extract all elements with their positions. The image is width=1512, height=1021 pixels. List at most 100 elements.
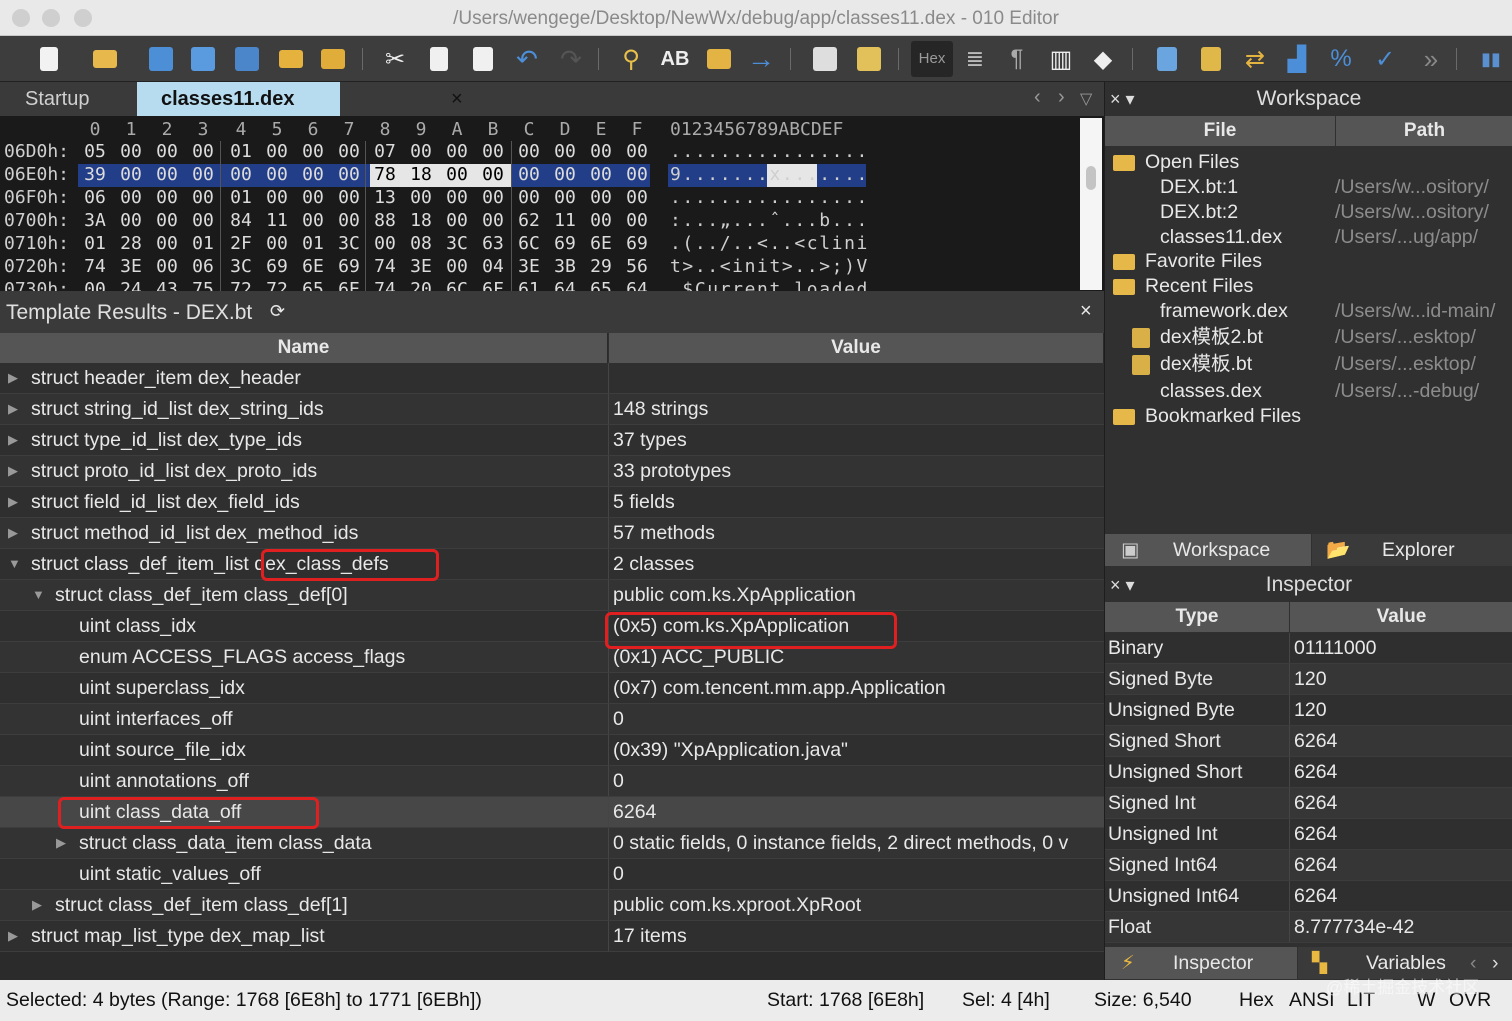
tab-workspace[interactable]: ▣ Workspace: [1105, 534, 1311, 566]
convert-icon[interactable]: ⇄: [1238, 42, 1272, 76]
hex-byte[interactable]: 11: [550, 210, 580, 231]
hex-byte[interactable]: 6C: [442, 279, 472, 291]
hex-row[interactable]: 0720h: 74 3E 00 06 3C 69 6E 69 74 3E 00 04 3E 3B 29 56 t>…: [0, 256, 1080, 279]
inspector-row[interactable]: Signed Int 6264: [1105, 788, 1512, 819]
hex-byte[interactable]: 00: [188, 164, 218, 185]
hex-byte[interactable]: 3C: [442, 233, 472, 254]
file-column-header[interactable]: File: [1105, 116, 1335, 146]
inspector-row[interactable]: Unsigned Int64 6264: [1105, 881, 1512, 912]
hex-byte[interactable]: 06: [80, 187, 110, 208]
workspace-folder-icon[interactable]: [316, 42, 350, 76]
workspace-item[interactable]: Bookmarked Files: [1145, 404, 1301, 429]
tab-list-icon[interactable]: ▽: [1080, 89, 1092, 109]
hex-byte[interactable]: 00: [586, 187, 616, 208]
copy-icon[interactable]: [422, 42, 456, 76]
template-row[interactable]: uint source_file_idx (0x39) "XpApplicatio…: [0, 735, 1104, 766]
hex-byte[interactable]: 72: [262, 279, 292, 291]
hex-byte[interactable]: 74: [370, 279, 400, 291]
hex-byte[interactable]: 3E: [116, 256, 146, 277]
workspace-item[interactable]: framework.dex: [1160, 299, 1288, 324]
hex-byte[interactable]: 00: [116, 187, 146, 208]
hex-byte[interactable]: 00: [442, 164, 472, 185]
hex-byte[interactable]: 01: [298, 233, 328, 254]
text-mode-icon[interactable]: ≣: [958, 42, 992, 76]
hex-byte[interactable]: 00: [586, 164, 616, 185]
inspector-row[interactable]: Binary 01111000: [1105, 633, 1512, 664]
hex-mode-button[interactable]: Hex: [911, 41, 953, 77]
tab-inspector[interactable]: ⚡ Inspector: [1105, 947, 1297, 979]
expand-arrow-icon[interactable]: ▶: [8, 921, 18, 951]
hex-byte[interactable]: 00: [298, 141, 328, 162]
redo-icon[interactable]: ↷: [554, 42, 588, 76]
hex-byte[interactable]: 00: [586, 210, 616, 231]
checksum-icon[interactable]: %: [1324, 42, 1358, 76]
collapse-arrow-icon[interactable]: ▼: [32, 580, 45, 610]
find-icon[interactable]: ⚲: [614, 42, 648, 76]
hex-byte[interactable]: 72: [226, 279, 256, 291]
template-row[interactable]: ▶ struct class_def_item class_def[1] publi…: [0, 890, 1104, 921]
hex-byte[interactable]: 07: [370, 141, 400, 162]
hex-ascii[interactable]: 9.......x.......: [670, 164, 869, 185]
hex-byte[interactable]: 74: [80, 256, 110, 277]
hex-byte[interactable]: 3C: [334, 233, 364, 254]
hex-byte[interactable]: 64: [550, 279, 580, 291]
hex-byte[interactable]: 00: [262, 141, 292, 162]
workspace-item[interactable]: classes11.dex: [1160, 225, 1282, 250]
workspace-item[interactable]: dex模板.bt: [1160, 352, 1252, 377]
hex-byte[interactable]: 00: [152, 210, 182, 231]
tab-startup[interactable]: Startup: [0, 82, 135, 116]
hex-byte[interactable]: 00: [334, 210, 364, 231]
hex-row[interactable]: 06E0h: 39 00 00 00 00 00 00 00 78 18 00 00 00 00 00 00 9.…: [0, 164, 1080, 187]
replace-icon[interactable]: AB: [658, 42, 692, 76]
hex-byte[interactable]: 00: [188, 141, 218, 162]
template-row[interactable]: uint class_idx (0x5) com.ks.XpApplication: [0, 611, 1104, 642]
hex-byte[interactable]: 00: [478, 164, 508, 185]
hex-byte[interactable]: 01: [188, 233, 218, 254]
template-row[interactable]: ▼ struct class_def_item_list dex_class_de…: [0, 549, 1104, 580]
hex-row[interactable]: 06F0h: 06 00 00 00 01 00 00 00 13 00 00 00 00 00 00 00..…: [0, 187, 1080, 210]
hex-byte[interactable]: 00: [334, 164, 364, 185]
hex-byte[interactable]: 69: [550, 233, 580, 254]
inspector-row[interactable]: Signed Short 6264: [1105, 726, 1512, 757]
highlight-icon[interactable]: ◆: [1086, 42, 1120, 76]
hex-byte[interactable]: 00: [262, 187, 292, 208]
hex-byte[interactable]: 39: [80, 164, 110, 185]
expand-arrow-icon[interactable]: ▶: [8, 518, 18, 548]
hex-byte[interactable]: 00: [442, 210, 472, 231]
template-row[interactable]: ▶ struct header_item dex_header: [0, 363, 1104, 394]
refresh-icon[interactable]: ⟳: [270, 301, 285, 322]
hex-byte[interactable]: 00: [116, 141, 146, 162]
hex-byte[interactable]: 00: [152, 256, 182, 277]
columns-icon[interactable]: ▥: [1044, 42, 1078, 76]
workspace-item[interactable]: DEX.bt:1: [1160, 175, 1238, 200]
expand-arrow-icon[interactable]: ▶: [8, 394, 18, 424]
find-in-files-icon[interactable]: [702, 42, 736, 76]
hex-byte[interactable]: 06: [188, 256, 218, 277]
hex-byte[interactable]: 00: [298, 210, 328, 231]
hex-row[interactable]: 06D0h: 05 00 00 00 01 00 00 00 07 00 00 00 00 00 00 00..…: [0, 141, 1080, 164]
hex-byte[interactable]: 00: [514, 187, 544, 208]
hex-byte[interactable]: 29: [586, 256, 616, 277]
close-workspace-icon[interactable]: × ▾: [1110, 82, 1135, 116]
hex-byte[interactable]: 01: [226, 141, 256, 162]
expand-arrow-icon[interactable]: ▶: [32, 890, 42, 920]
hex-byte[interactable]: 69: [334, 256, 364, 277]
hex-byte[interactable]: 00: [188, 187, 218, 208]
hex-byte[interactable]: 08: [406, 233, 436, 254]
expand-arrow-icon[interactable]: ▶: [8, 487, 18, 517]
hex-byte[interactable]: 00: [550, 141, 580, 162]
expand-arrow-icon[interactable]: ▶: [8, 425, 18, 455]
inspector-row[interactable]: Float 8.777734e-42: [1105, 912, 1512, 943]
scrollbar-thumb[interactable]: [1086, 166, 1096, 190]
panel-toggle-icon[interactable]: ▮▮: [1474, 42, 1508, 76]
hex-ascii[interactable]: .(../..<..<clini: [670, 233, 869, 254]
hex-byte[interactable]: 00: [152, 141, 182, 162]
hex-byte[interactable]: 6F: [478, 279, 508, 291]
template-row[interactable]: enum ACCESS_FLAGS access_flags (0x1) ACC_…: [0, 642, 1104, 673]
hex-byte[interactable]: 18: [406, 164, 436, 185]
hex-byte[interactable]: 63: [478, 233, 508, 254]
cut-icon[interactable]: ✂: [378, 42, 412, 76]
tab-prev-icon[interactable]: ‹: [1034, 86, 1041, 109]
workspace-item[interactable]: Favorite Files: [1145, 249, 1262, 274]
hex-byte[interactable]: 28: [116, 233, 146, 254]
